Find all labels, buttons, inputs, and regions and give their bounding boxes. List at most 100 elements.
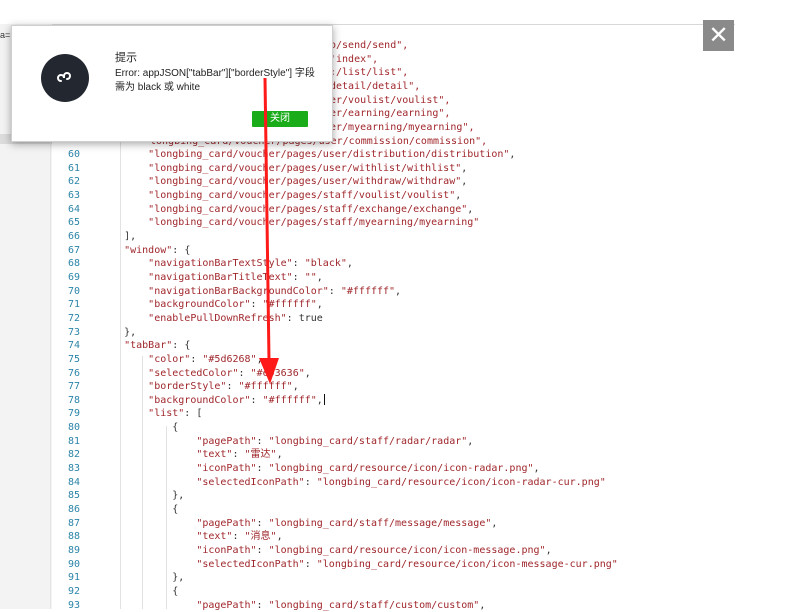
code-line[interactable]: 85 }, [55,489,735,503]
line-text: "longbing_card/voucher/pages/user/distri… [148,149,516,160]
code-line[interactable]: 74 "tabBar": { [55,339,735,353]
code-line-fragment: o/send/send", [330,40,409,51]
line-number: 66 [67,230,80,242]
line-number: 92 [67,586,80,597]
code-line[interactable]: 67 "window": { [55,244,735,258]
code-line[interactable]: 91 }, [55,571,735,585]
dialog-message: Error: appJSON["tabBar"]["borderStyle"] … [115,68,315,93]
line-number: 68 [67,258,80,270]
line-number: 78 [67,394,80,406]
line-text: "selectedColor": "#e93636", [148,367,311,379]
line-text: }, [124,326,137,338]
code-line[interactable]: 60 "longbing_card/voucher/pages/user/dis… [55,148,735,162]
line-number: 89 [67,545,80,557]
line-text: "iconPath": "longbing_card/resource/icon… [196,463,540,475]
line-text: "pagePath": "longbing_card/staff/radar/r… [196,435,474,447]
line-text: "window": { [124,244,191,256]
line-number: 87 [67,517,80,529]
code-line-fragment: er/myearning/myearning", [330,122,475,134]
line-text: "text": "雷达", [196,449,283,461]
line-text: }, [172,490,185,502]
error-dialog: 提示 Error: appJSON["tabBar"]["borderStyle… [11,25,333,142]
line-text: "pagePath": "longbing_card/staff/message… [196,517,498,529]
line-number: 77 [67,381,80,393]
line-text: "text": "消息", [196,531,283,543]
code-line-fragment: er/earning/earning", [330,108,451,120]
line-text: { [172,422,179,434]
code-line[interactable]: 86 { [55,503,735,517]
code-line[interactable]: 68 "navigationBarTextStyle": "black", [55,257,735,271]
code-line-fragment: 'index", [330,53,379,65]
code-line[interactable]: 83 "iconPath": "longbing_card/resource/i… [55,462,735,476]
code-line[interactable]: 93 "pagePath": "longbing_card/staff/cust… [55,599,735,612]
code-line[interactable]: 61 "longbing_card/voucher/pages/user/wit… [55,162,735,176]
code-line[interactable]: 88 "text": "消息", [55,530,735,544]
line-number: 91 [67,572,80,584]
line-number: 85 [67,490,80,502]
line-text: "enablePullDownRefresh": true [148,312,323,324]
code-line[interactable]: 71 "backgroundColor": "#ffffff", [55,298,735,312]
code-line[interactable]: 80 { [55,421,735,435]
line-text: "longbing_card/voucher/pages/staff/excha… [148,203,474,215]
line-number: 81 [67,435,80,447]
line-text: "longbing_card/voucher/pages/staff/vouli… [148,189,462,201]
toolbar-fragment: a= [0,30,11,40]
code-line[interactable]: 65 "longbing_card/voucher/pages/staff/my… [55,216,735,230]
code-line[interactable]: 81 "pagePath": "longbing_card/staff/rada… [55,435,735,449]
code-line[interactable]: 84 "selectedIconPath": "longbing_card/re… [55,476,735,490]
code-line[interactable]: 82 "text": "雷达", [55,448,735,462]
code-line[interactable]: 75 "color": "#5d6268", [55,353,735,367]
line-text: "longbing_card/voucher/pages/staff/myear… [148,217,480,229]
line-text: "pagePath": "longbing_card/staff/custom/… [196,599,486,611]
code-line-fragment: er/voulist/voulist", [330,94,451,106]
text-cursor [323,394,325,406]
line-text: "color": "#5d6268", [148,353,263,365]
line-text: "navigationBarTextStyle": "black", [148,258,353,270]
line-number: 70 [67,285,80,297]
line-number: 73 [67,326,80,338]
code-line[interactable]: 79 "list": [ [55,407,735,421]
line-number: 72 [67,312,80,324]
code-line-fragment: :/list/list", [330,67,409,79]
code-line[interactable]: 77 "borderStyle": "#ffffff", [55,380,735,394]
line-text: }, [172,572,185,584]
line-number: 82 [67,449,80,461]
line-text: "backgroundColor": "#ffffff", [148,394,323,406]
line-number: 80 [67,422,80,434]
code-line[interactable]: 90 "selectedIconPath": "longbing_card/re… [55,558,735,572]
code-line[interactable]: 76 "selectedColor": "#e93636", [55,367,735,381]
line-number: 65 [67,217,80,229]
code-line[interactable]: 63 "longbing_card/voucher/pages/staff/vo… [55,189,735,203]
line-number: 93 [67,599,80,611]
code-line[interactable]: 87 "pagePath": "longbing_card/staff/mess… [55,517,735,531]
code-line[interactable]: 64 "longbing_card/voucher/pages/staff/ex… [55,203,735,217]
code-line[interactable]: 62 "longbing_card/voucher/pages/user/wit… [55,175,735,189]
code-lines[interactable]: 60 "longbing_card/voucher/pages/user/dis… [55,148,735,612]
code-line[interactable]: 66 ], [55,230,735,244]
code-line[interactable]: 92 { [55,585,735,599]
line-number: 86 [67,504,80,516]
close-button[interactable]: 关闭 [252,111,308,127]
line-text: "selectedIconPath": "longbing_card/resou… [196,558,618,570]
line-number: 79 [67,408,80,420]
line-text: "iconPath": "longbing_card/resource/icon… [196,545,552,557]
line-text: "borderStyle": "#ffffff", [148,381,299,393]
code-line[interactable]: 73 }, [55,326,735,340]
line-number: 67 [67,244,80,256]
line-text: ], [124,230,137,242]
code-line[interactable]: 89 "iconPath": "longbing_card/resource/i… [55,544,735,558]
dialog-title: 提示 [115,52,137,64]
line-number: 75 [67,353,80,365]
line-number: 74 [67,340,80,352]
code-line[interactable]: 72 "enablePullDownRefresh": true [55,312,735,326]
code-line-fragment: detail/detail", [330,81,421,92]
code-line[interactable]: 78 "backgroundColor": "#ffffff", [55,394,735,408]
code-line[interactable]: 70 "navigationBarBackgroundColor": "#fff… [55,285,735,299]
close-icon[interactable]: ✕ [703,20,734,51]
line-number: 76 [67,367,80,379]
code-line[interactable]: 69 "navigationBarTitleText": "", [55,271,735,285]
miniprogram-logo-icon [41,54,89,102]
line-text: "navigationBarTitleText": "", [148,271,323,283]
line-text: { [172,504,179,516]
line-number: 83 [67,463,80,475]
